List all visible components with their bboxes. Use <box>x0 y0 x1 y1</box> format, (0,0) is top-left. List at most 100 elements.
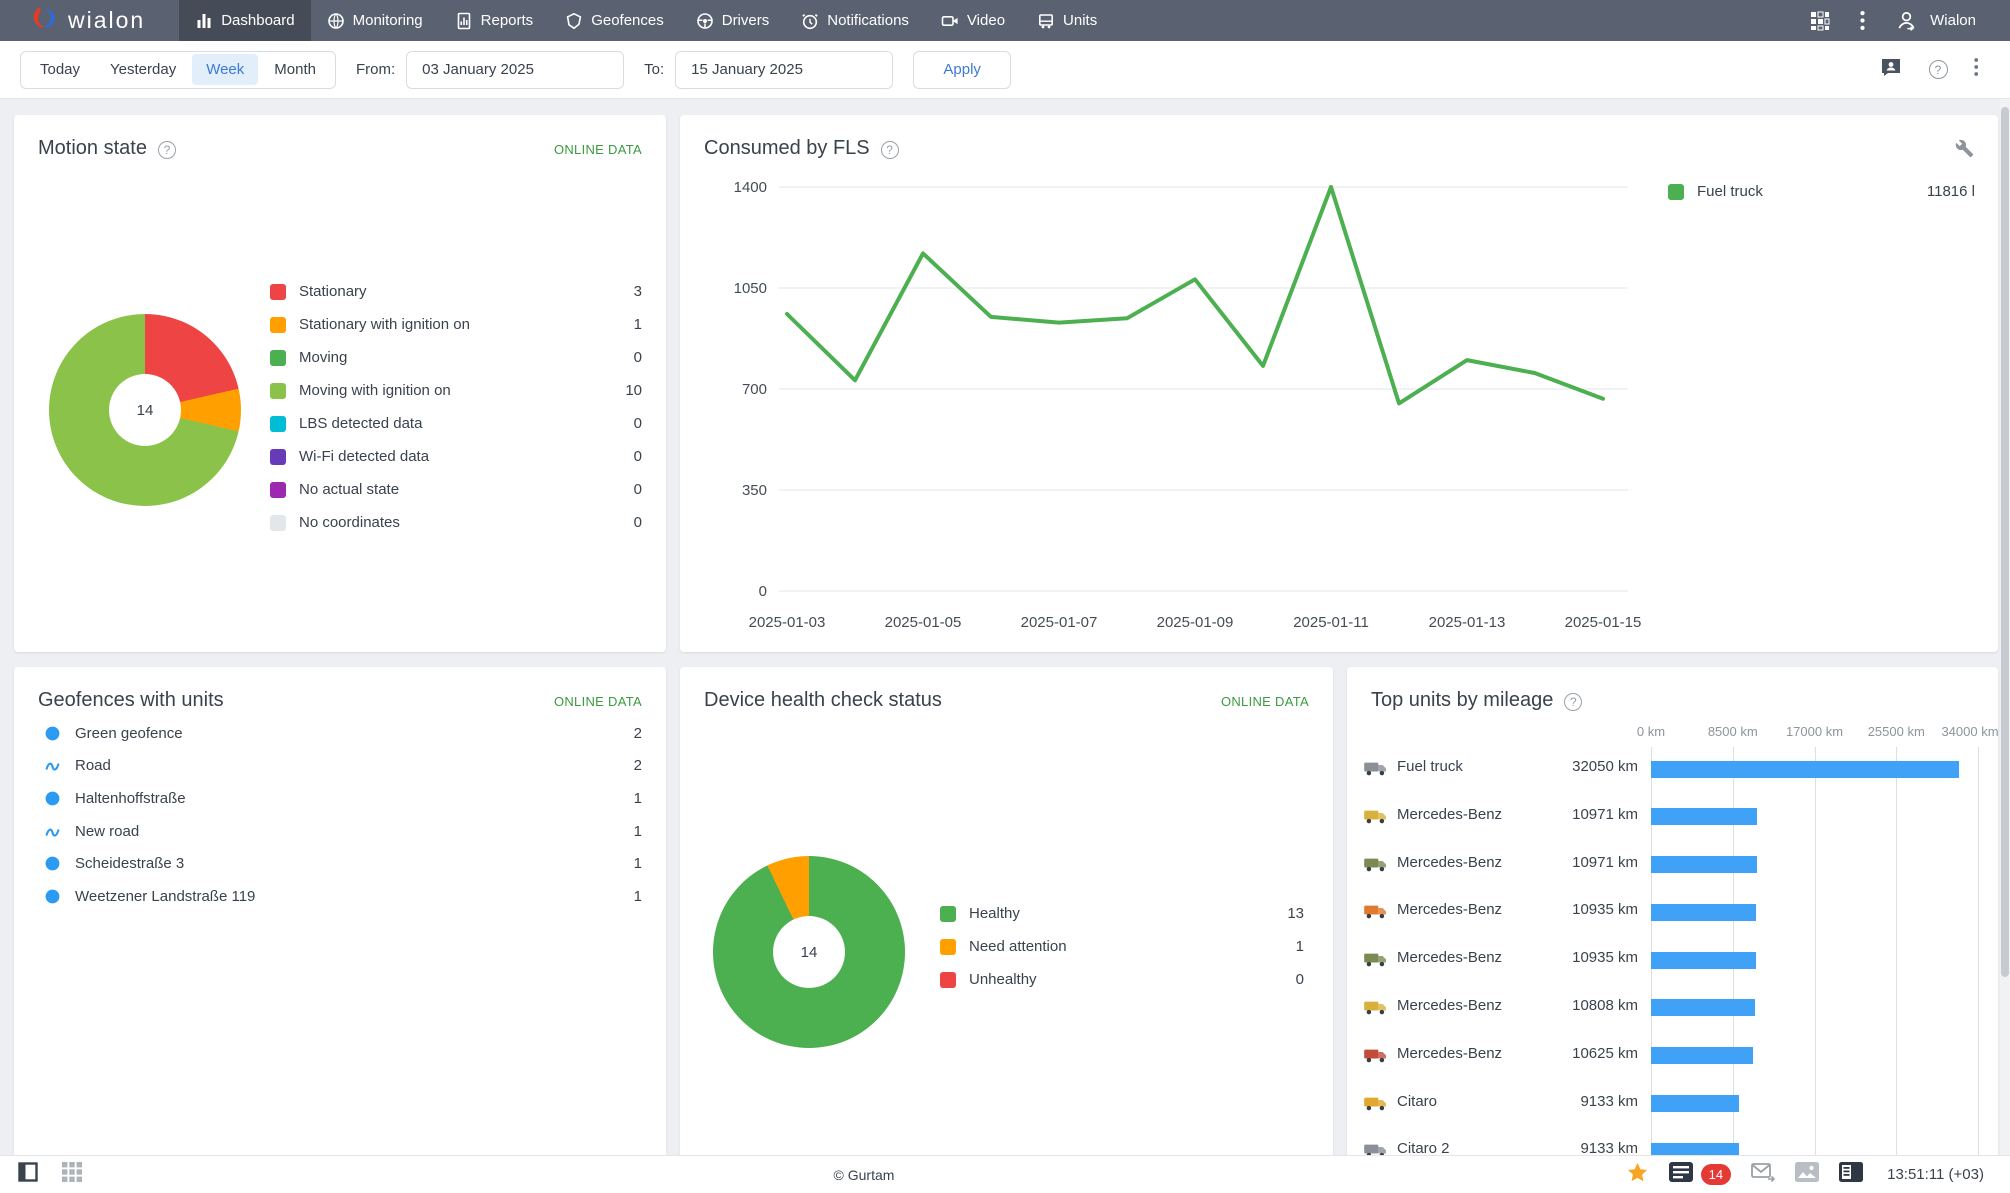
geofence-row[interactable]: Haltenhoffstraße 1 <box>44 782 642 815</box>
to-date-input[interactable] <box>675 50 894 89</box>
wialon-logo[interactable]: wialon <box>0 0 179 41</box>
widget-title: Geofences with units <box>38 689 224 711</box>
unit-row[interactable]: Citaro 9133 km <box>1347 1080 1998 1128</box>
legend-count: 0 <box>633 349 642 366</box>
legend-swatch <box>270 316 286 333</box>
units-icon <box>1037 12 1055 30</box>
motion-legend-row[interactable]: No actual state 0 <box>270 473 642 506</box>
user-label: Wialon <box>1930 12 1976 29</box>
svg-text:2025-01-15: 2025-01-15 <box>1565 614 1642 631</box>
unit-name: Mercedes-Benz <box>1397 805 1503 823</box>
help-icon[interactable]: ? <box>1928 60 1948 79</box>
unit-row[interactable]: Mercedes-Benz 10971 km <box>1347 841 1998 889</box>
geofence-row[interactable]: New road 1 <box>44 815 642 848</box>
legend-swatch <box>270 283 286 300</box>
page-scrollbar-track[interactable] <box>2000 99 2010 1155</box>
kebab-menu-icon[interactable] <box>1860 11 1865 30</box>
nav-tab-units[interactable]: Units <box>1021 0 1113 41</box>
mileage-bar <box>1651 856 1757 874</box>
nav-tab-drivers[interactable]: Drivers <box>680 0 786 41</box>
device-health-widget: Device health check status ONLINE DATA 1… <box>680 667 1333 1172</box>
health-legend-row[interactable]: Healthy 13 <box>940 897 1304 930</box>
image-icon[interactable] <box>1795 1162 1820 1187</box>
unit-row[interactable]: Mercedes-Benz 10935 km <box>1347 936 1998 984</box>
contact-card-icon[interactable] <box>1879 55 1903 84</box>
unit-row[interactable]: Mercedes-Benz 10625 km <box>1347 1032 1998 1080</box>
sidebar-toggle-icon[interactable] <box>18 1162 38 1187</box>
geofences-icon <box>565 12 583 30</box>
legend-count: 0 <box>633 514 642 531</box>
motion-legend-row[interactable]: Stationary 3 <box>270 275 642 308</box>
geofence-row[interactable]: Scheidestraße 3 1 <box>44 847 642 880</box>
top-navbar: wialon Dashboard Monitoring Reports Geofenc… <box>0 0 2010 41</box>
legend-swatch <box>270 448 286 465</box>
legend-label: No actual state <box>299 481 400 498</box>
from-date-input[interactable] <box>406 50 625 89</box>
motion-legend-row[interactable]: No coordinates 0 <box>270 506 642 539</box>
user-menu[interactable]: Wialon <box>1895 9 1976 32</box>
wrench-settings-icon[interactable] <box>1955 139 1974 158</box>
geofence-count: 2 <box>633 724 642 742</box>
geofence-name: Road <box>75 757 111 775</box>
unit-row[interactable]: Fuel truck 32050 km <box>1347 745 1998 793</box>
dashboard-icon <box>195 12 213 30</box>
apply-button[interactable]: Apply <box>913 50 1012 89</box>
geofence-row[interactable]: Road 2 <box>44 750 642 783</box>
nav-tab-monitoring[interactable]: Monitoring <box>311 0 439 41</box>
geofence-count: 2 <box>633 757 642 775</box>
kebab-menu-icon[interactable] <box>1973 58 1979 81</box>
geofence-name: Scheidestraße 3 <box>75 855 185 873</box>
svg-text:2025-01-11: 2025-01-11 <box>1293 614 1369 631</box>
motion-legend-row[interactable]: Wi-Fi detected data 0 <box>270 440 642 473</box>
unit-row[interactable]: Mercedes-Benz 10971 km <box>1347 793 1998 841</box>
nav-tab-reports[interactable]: Reports <box>439 0 550 41</box>
motion-legend-row[interactable]: Stationary with ignition on 1 <box>270 308 642 341</box>
help-icon[interactable]: ? <box>1564 692 1583 711</box>
top-units-mileage-widget: Top units by mileage ? 0 km 8500 km 17000 … <box>1347 667 1998 1172</box>
consumed-by-fls-widget: 0 350 700 1050 1400 2025-01-03 2025-01-05 2025-… <box>680 115 1998 652</box>
favorites-star-icon[interactable] <box>1626 1161 1649 1189</box>
range-button-week[interactable]: Week <box>192 54 259 85</box>
nav-tab-dashboard[interactable]: Dashboard <box>179 0 311 41</box>
range-button-yesterday[interactable]: Yesterday <box>96 54 190 85</box>
range-button-today[interactable]: Today <box>26 54 94 85</box>
circle-geofence-icon <box>44 725 61 742</box>
truck-icon <box>1363 950 1389 968</box>
page-scrollbar-thumb[interactable] <box>2001 107 2009 977</box>
unit-name: Mercedes-Benz <box>1397 901 1503 919</box>
range-button-month[interactable]: Month <box>260 54 330 85</box>
device-health-pie-chart[interactable]: 14 <box>713 856 905 1048</box>
axis-tick-label: 0 km <box>1636 724 1666 739</box>
online-data-badge: ONLINE DATA <box>553 142 642 157</box>
legend-swatch <box>270 481 286 498</box>
motion-legend-row[interactable]: LBS detected data 0 <box>270 407 642 440</box>
unit-mileage-value: 10971 km <box>1572 853 1638 871</box>
unit-row[interactable]: Mercedes-Benz 10935 km <box>1347 888 1998 936</box>
nav-tab-notifications[interactable]: Notifications <box>785 0 925 41</box>
help-icon[interactable]: ? <box>157 140 176 159</box>
bottom-apps-grid-icon[interactable] <box>62 1162 82 1187</box>
health-legend-row[interactable]: Need attention 1 <box>940 930 1304 963</box>
motion-legend-row[interactable]: Moving 0 <box>270 341 642 374</box>
fls-legend[interactable]: Fuel truck 11816 l <box>1668 175 1975 208</box>
widget-title: Device health check status <box>704 689 942 711</box>
motion-legend-row[interactable]: Moving with ignition on 10 <box>270 374 642 407</box>
mileage-bar <box>1651 999 1755 1017</box>
to-label: To: <box>644 61 665 78</box>
legend-count: 0 <box>633 415 642 432</box>
apps-grid-icon[interactable] <box>1810 11 1830 31</box>
geofence-row[interactable]: Weetzener Landstraße 119 1 <box>44 880 642 913</box>
help-icon[interactable]: ? <box>880 140 899 159</box>
health-legend-row[interactable]: Unhealthy 0 <box>940 963 1304 996</box>
monitor-panel-icon[interactable] <box>1839 1162 1864 1187</box>
mileage-bar <box>1651 808 1757 826</box>
unit-row[interactable]: Mercedes-Benz 10808 km <box>1347 984 1998 1032</box>
notifications-panel-icon[interactable] <box>1668 1162 1693 1187</box>
motion-state-pie-chart[interactable]: 14 <box>49 314 241 506</box>
geofence-row[interactable]: Green geofence 2 <box>44 717 642 750</box>
reports-icon <box>455 12 473 30</box>
axis-tick-label: 8500 km <box>1707 724 1758 739</box>
nav-tab-geofences[interactable]: Geofences <box>549 0 680 41</box>
mail-icon[interactable] <box>1751 1162 1776 1187</box>
nav-tab-video[interactable]: Video <box>925 0 1021 41</box>
